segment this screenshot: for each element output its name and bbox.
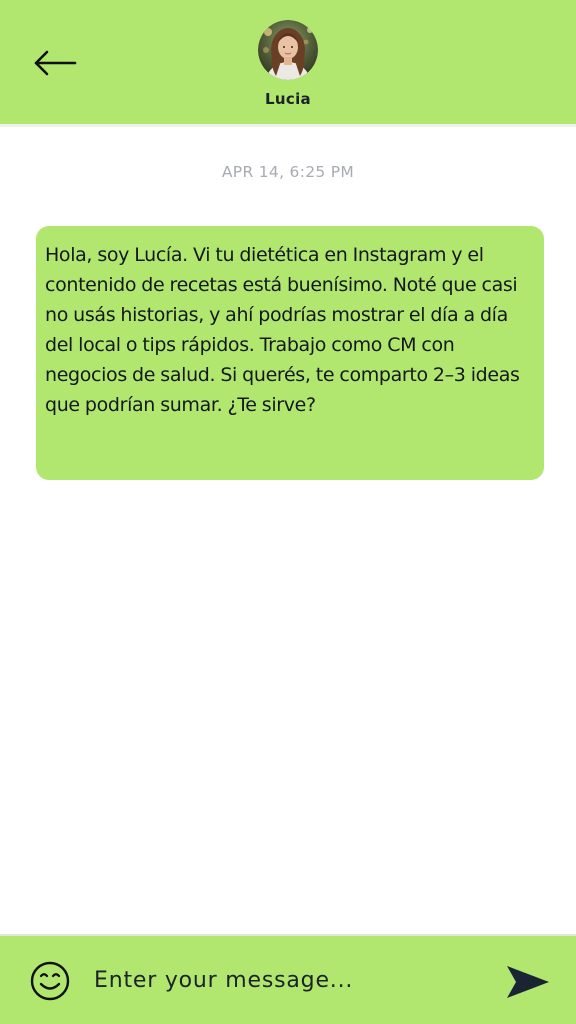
avatar[interactable] (258, 20, 318, 80)
message-composer (0, 934, 576, 1024)
emoji-button[interactable] (29, 960, 71, 1002)
message-list: APR 14, 6:25 PM Hola, soy Lucía. Vi tu d… (0, 127, 576, 934)
message-timestamp: APR 14, 6:25 PM (221, 163, 355, 181)
arrow-left-icon (34, 50, 77, 76)
message-bubble[interactable]: Hola, soy Lucía. Vi tu dietética en Inst… (36, 226, 544, 480)
send-arrow-icon (507, 966, 549, 998)
back-button[interactable] (30, 44, 80, 82)
smiley-icon (30, 961, 70, 1001)
chat-header: Lucia (0, 0, 576, 127)
send-button[interactable] (504, 962, 552, 1002)
avatar-photo (258, 20, 318, 80)
contact-name: Lucia (265, 90, 311, 108)
chat-screen: Lucia APR 14, 6:25 PM Hola, soy Lucía. V… (0, 0, 576, 1024)
message-input[interactable] (94, 956, 484, 1004)
message-text: Hola, soy Lucía. Vi tu dietética en Inst… (45, 244, 520, 416)
